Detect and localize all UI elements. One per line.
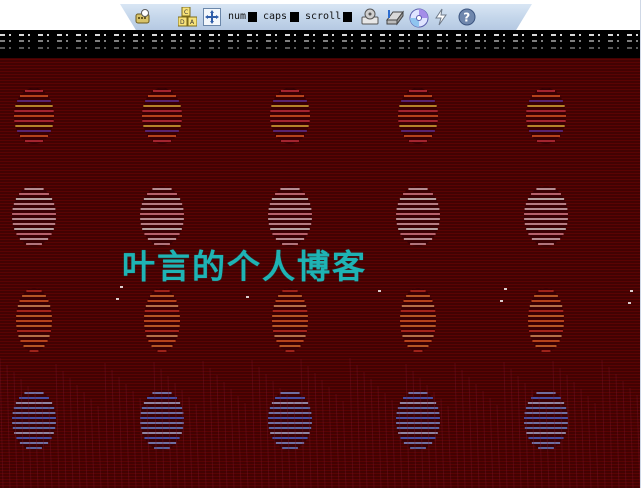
lantern-shape <box>528 288 564 352</box>
num-lock-indicator[interactable] <box>248 12 257 22</box>
console-toolbar: C D A num caps scroll ? <box>120 4 532 31</box>
sparkle <box>630 290 633 292</box>
light-streak <box>510 368 515 488</box>
move-icon[interactable] <box>203 8 221 26</box>
light-streak <box>216 374 221 488</box>
sparkle <box>378 290 381 292</box>
sparkle <box>246 296 249 298</box>
ctrl-alt-del-icon[interactable]: C D A <box>177 6 198 27</box>
light-streak <box>209 367 214 488</box>
light-streak <box>496 404 501 488</box>
keyboard-icon[interactable] <box>134 8 152 26</box>
lantern-shape <box>272 288 308 352</box>
lantern-shape <box>140 186 184 246</box>
light-streak <box>377 385 382 488</box>
power-icon[interactable] <box>433 8 451 26</box>
sparkle <box>500 300 503 302</box>
desktop-wallpaper: 叶言的个人博客 <box>0 58 641 488</box>
light-streak <box>566 374 571 488</box>
sparkle <box>628 302 631 304</box>
lantern-shape <box>524 186 568 246</box>
sparkle <box>116 298 119 300</box>
blog-title: 叶言的个人博客 <box>122 247 367 286</box>
lantern-shape <box>16 288 52 352</box>
num-lock-label: num <box>228 11 247 22</box>
sparkle <box>504 288 507 290</box>
svg-text:C: C <box>184 9 188 16</box>
lantern-shape <box>400 288 436 352</box>
floppy-icon[interactable] <box>360 8 379 26</box>
screen-banner <box>0 30 641 58</box>
caps-lock-indicator[interactable] <box>290 12 299 22</box>
scroll-lock-label: scroll <box>305 11 342 22</box>
hard-drive-icon[interactable] <box>385 8 404 26</box>
lantern-shape <box>396 186 440 246</box>
caps-lock-label: caps <box>263 11 288 22</box>
light-streak <box>384 392 389 488</box>
lantern-shape <box>396 390 440 450</box>
svg-text:?: ? <box>463 11 470 25</box>
scroll-lock-indicator[interactable] <box>343 12 352 22</box>
light-streak <box>335 393 340 488</box>
svg-text:D: D <box>180 19 185 26</box>
lantern-shape <box>12 186 56 246</box>
light-streak <box>517 375 522 488</box>
cdrom-icon[interactable] <box>409 8 429 28</box>
lantern-shape <box>144 288 180 352</box>
lantern-shape <box>268 186 312 246</box>
console-toolbar-strip: C D A num caps scroll ? <box>0 0 641 31</box>
help-icon[interactable]: ? <box>458 8 476 26</box>
light-streak <box>328 386 333 488</box>
